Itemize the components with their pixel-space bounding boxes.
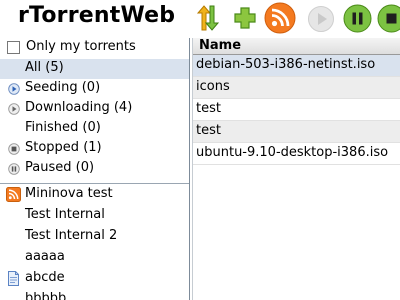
filter-downloading[interactable]: Downloading (4) [0, 99, 189, 119]
document-icon [6, 271, 21, 286]
seeding-icon [8, 83, 20, 95]
play-icon[interactable] [307, 5, 335, 33]
filter-stopped[interactable]: Stopped (1) [0, 139, 189, 159]
feed-label: bbbbb [25, 291, 67, 300]
pause-icon[interactable] [343, 4, 372, 33]
feed-label: Test Internal 2 [25, 228, 118, 243]
table-row[interactable]: debian-503-i386-netinst.iso [193, 55, 400, 77]
feed-label: aaaaa [25, 249, 65, 264]
filter-label: Downloading (4) [25, 100, 133, 115]
feed-item[interactable]: Mininova test [0, 185, 189, 206]
torrent-list: Name debian-503-i386-netinst.iso icons t… [193, 38, 400, 300]
filter-label: Finished (0) [25, 120, 101, 135]
downloading-icon [8, 103, 20, 115]
torrent-name: test [196, 123, 221, 138]
torrent-name: ubuntu-9.10-desktop-i386.iso [196, 145, 389, 160]
torrent-name: icons [196, 79, 230, 94]
feed-label: Mininova test [25, 186, 113, 201]
table-row[interactable]: icons [193, 77, 400, 99]
torrent-name: test [196, 101, 221, 116]
add-icon[interactable] [230, 3, 260, 33]
filter-label: Paused (0) [25, 160, 95, 175]
torrent-rows: debian-503-i386-netinst.iso icons test t… [193, 55, 400, 165]
table-row[interactable]: test [193, 99, 400, 121]
filter-label: Seeding (0) [25, 80, 101, 95]
filter-paused[interactable]: Paused (0) [0, 159, 189, 179]
filter-all[interactable]: All (5) [0, 59, 189, 79]
stopped-icon [8, 143, 20, 155]
feed-label: abcde [25, 270, 65, 285]
app-title: rTorrentWeb [18, 3, 176, 28]
column-header-label: Name [199, 38, 242, 53]
rss-feed-icon [6, 187, 21, 202]
filter-finished[interactable]: Finished (0) [0, 119, 189, 139]
stop-icon[interactable] [377, 4, 400, 33]
column-header-name[interactable]: Name [193, 38, 400, 55]
feed-list: Mininova test Test Internal Test Interna… [0, 185, 189, 300]
feed-label: Test Internal [25, 207, 105, 222]
only-my-torrents-checkbox[interactable] [7, 41, 20, 54]
refresh-sort-icon[interactable] [193, 3, 223, 33]
only-my-torrents-toggle[interactable]: Only my torrents [0, 38, 189, 58]
feed-item[interactable]: abcde [0, 269, 189, 290]
feed-item[interactable]: aaaaa [0, 248, 189, 269]
paused-icon [8, 163, 20, 175]
header-toolbar: rTorrentWeb [0, 0, 400, 38]
feed-item[interactable]: Test Internal [0, 206, 189, 227]
feed-item[interactable]: Test Internal 2 [0, 227, 189, 248]
torrent-name: debian-503-i386-netinst.iso [196, 57, 376, 72]
table-row[interactable]: test [193, 121, 400, 143]
sidebar: Only my torrents All (5) Seeding (0) Dow… [0, 38, 189, 300]
panel-splitter[interactable] [189, 38, 190, 300]
only-my-torrents-label: Only my torrents [26, 39, 136, 54]
status-filter-list: All (5) Seeding (0) Downloading (4) Fini… [0, 59, 189, 179]
table-row[interactable]: ubuntu-9.10-desktop-i386.iso [193, 143, 400, 165]
rss-icon[interactable] [264, 2, 296, 34]
filter-label: Stopped (1) [25, 140, 102, 155]
feed-item[interactable]: bbbbb [0, 290, 189, 300]
filter-seeding[interactable]: Seeding (0) [0, 79, 189, 99]
sidebar-divider [0, 183, 189, 184]
filter-label: All (5) [25, 60, 64, 75]
